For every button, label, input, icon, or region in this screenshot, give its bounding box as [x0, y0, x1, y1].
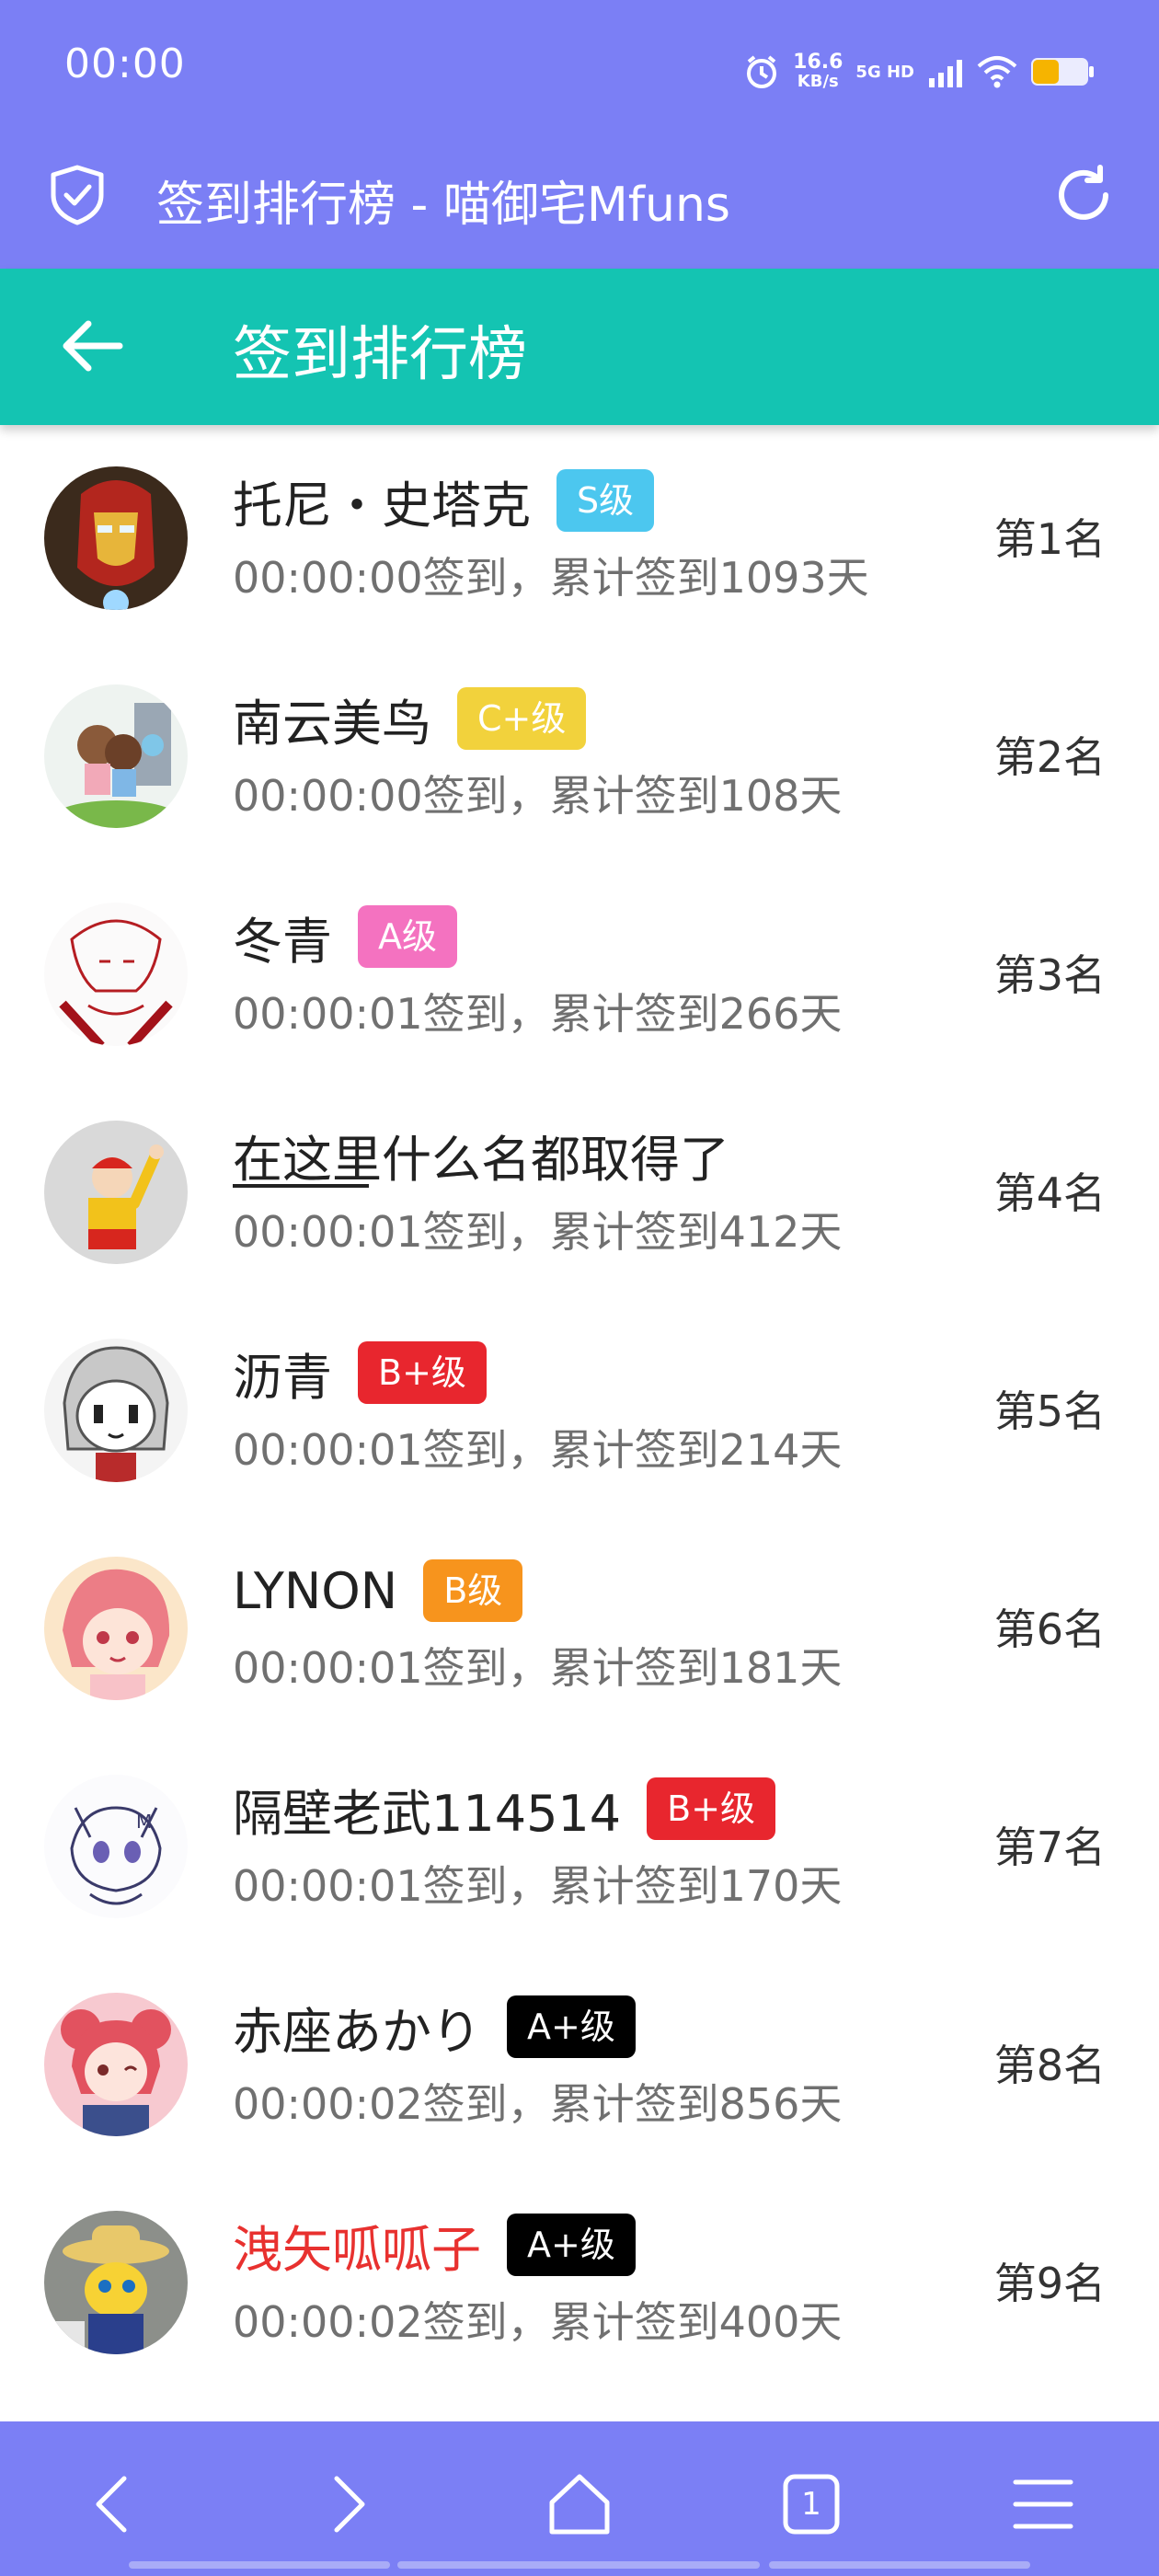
sign-in-info: 00:00:02签到，累计签到856天 — [233, 2079, 843, 2129]
home-icon[interactable] — [543, 2467, 616, 2541]
battery-icon — [1031, 58, 1094, 86]
user-name[interactable]: 沥青 — [233, 1337, 332, 1409]
rank-label: 第2名 — [993, 732, 1106, 782]
avatar[interactable] — [44, 1121, 188, 1264]
user-name[interactable]: 托尼・史塔克 — [233, 465, 531, 537]
bottom-nav-bar: 1 — [0, 2421, 1159, 2576]
gesture-handle — [769, 2561, 1030, 2569]
name-line: 沥青 B+级 — [233, 1339, 487, 1407]
shield-check-icon[interactable] — [46, 164, 109, 226]
name-line: LYNON B级 — [233, 1557, 523, 1625]
browser-title-bar: 签到排行榜 - 喵御宅Mfuns — [0, 138, 1159, 269]
page-header: 签到排行榜 — [0, 269, 1159, 425]
wifi-icon — [977, 56, 1017, 88]
forward-icon[interactable] — [309, 2467, 383, 2541]
sign-in-info: 00:00:01签到，累计签到214天 — [233, 1425, 843, 1475]
user-name[interactable]: 在这里什么名都取得了 — [233, 1119, 729, 1191]
sign-in-info: 00:00:02签到，累计签到400天 — [233, 2297, 843, 2347]
sign-in-info: 00:00:01签到，累计签到412天 — [233, 1207, 843, 1257]
network-speed: 16.6 KB/s — [793, 52, 843, 91]
browser-tab-title[interactable]: 签到排行榜 - 喵御宅Mfuns — [156, 166, 730, 235]
rank-label: 第4名 — [993, 1168, 1106, 1218]
name-line: 冬青 A级 — [233, 903, 457, 971]
rank-label: 第5名 — [993, 1386, 1106, 1436]
ranking-row[interactable]: 在这里什么名都取得了 00:00:01签到，累计签到412天 第4名 — [0, 1079, 1159, 1297]
ranking-row[interactable]: 托尼・史塔克 S级 00:00:00签到，累计签到1093天 第1名 — [0, 425, 1159, 643]
sign-in-info: 00:00:01签到，累计签到266天 — [233, 989, 843, 1039]
status-bar: 00:00 16.6 KB/s 5G HD — [0, 0, 1159, 138]
ranking-row[interactable]: 沥青 B+级 00:00:01签到，累计签到214天 第5名 — [0, 1297, 1159, 1515]
name-line: 洩矢呱呱子 A+级 — [233, 2211, 636, 2279]
name-line: 南云美鸟 C+级 — [233, 683, 587, 755]
level-badge: B+级 — [358, 1341, 487, 1404]
refresh-icon[interactable] — [1050, 162, 1117, 228]
avatar-mark: M — [136, 1811, 152, 1833]
page-title: 签到排行榜 — [233, 321, 527, 389]
back-arrow-icon[interactable] — [55, 313, 129, 379]
alarm-icon — [747, 55, 777, 88]
back-icon[interactable] — [78, 2467, 152, 2541]
status-icons: 16.6 KB/s 5G HD — [743, 46, 1095, 98]
ranking-row[interactable]: 赤座あかり A+级 00:00:02签到，累计签到856天 第8名 — [0, 1951, 1159, 2169]
level-badge: A级 — [358, 905, 457, 968]
name-line: 托尼・史塔克 S级 — [233, 465, 655, 537]
level-badge: B+级 — [647, 1777, 776, 1840]
avatar[interactable] — [44, 903, 188, 1046]
avatar[interactable] — [44, 1557, 188, 1700]
name-line: 隔壁老武114514 B+级 — [233, 1773, 776, 1846]
sign-in-info: 00:00:00签到，累计签到108天 — [233, 771, 843, 821]
tabs-button[interactable]: 1 — [775, 2467, 848, 2541]
tab-count: 1 — [801, 2486, 821, 2523]
user-name[interactable]: 赤座あかり — [233, 1991, 481, 2064]
sign-in-info: 00:00:01签到，累计签到181天 — [233, 1643, 843, 1693]
network-type: 5G HD — [855, 62, 914, 82]
status-time: 00:00 — [64, 40, 186, 87]
user-name[interactable]: 洩矢呱呱子 — [233, 2209, 481, 2282]
user-name[interactable]: 冬青 — [233, 901, 332, 973]
gesture-handle — [397, 2561, 760, 2569]
rank-label: 第6名 — [993, 1604, 1106, 1654]
user-name[interactable]: 隔壁老武114514 — [233, 1773, 621, 1846]
name-underline — [233, 1184, 369, 1188]
user-name[interactable]: 南云美鸟 — [233, 683, 431, 755]
avatar[interactable] — [44, 1339, 188, 1482]
rank-label: 第7名 — [993, 1823, 1106, 1872]
ranking-row[interactable]: 洩矢呱呱子 A+级 00:00:02签到，累计签到400天 第9名 — [0, 2169, 1159, 2387]
rank-label: 第8名 — [993, 2041, 1106, 2090]
sign-in-info: 00:00:01签到，累计签到170天 — [233, 1861, 843, 1911]
ranking-row[interactable]: 冬青 A级 00:00:01签到，累计签到266天 第3名 — [0, 861, 1159, 1079]
user-name[interactable]: LYNON — [233, 1562, 397, 1620]
ranking-row[interactable]: LYNON B级 00:00:01签到，累计签到181天 第6名 — [0, 1515, 1159, 1733]
rank-label: 第9名 — [993, 2259, 1106, 2308]
level-badge: A+级 — [507, 2214, 636, 2276]
level-badge: B级 — [423, 1559, 523, 1622]
signal-icon — [929, 60, 962, 87]
avatar[interactable] — [44, 1993, 188, 2136]
ranking-list: 托尼・史塔克 S级 00:00:00签到，累计签到1093天 第1名 南云美鸟 … — [0, 425, 1159, 2387]
level-badge: S级 — [557, 469, 655, 532]
rank-label: 第3名 — [993, 950, 1106, 1000]
avatar[interactable] — [44, 684, 188, 828]
ranking-row[interactable]: 南云美鸟 C+级 00:00:00签到，累计签到108天 第2名 — [0, 643, 1159, 861]
avatar[interactable] — [44, 2211, 188, 2354]
speed-unit: KB/s — [797, 72, 839, 91]
avatar[interactable]: M — [44, 1775, 188, 1918]
ranking-row[interactable]: M 隔壁老武114514 B+级 00:00:01签到，累计签到170天 第7名 — [0, 1733, 1159, 1951]
name-line: 在这里什么名都取得了 — [233, 1121, 729, 1189]
menu-icon[interactable] — [1006, 2467, 1080, 2541]
avatar[interactable] — [44, 466, 188, 610]
level-badge: C+级 — [457, 687, 587, 750]
rank-label: 第1名 — [993, 514, 1106, 564]
level-badge: A+级 — [507, 1995, 636, 2058]
speed-value: 16.6 — [793, 51, 843, 74]
name-line: 赤座あかり A+级 — [233, 1993, 636, 2061]
sign-in-info: 00:00:00签到，累计签到1093天 — [233, 553, 869, 603]
gesture-handle — [129, 2561, 390, 2569]
